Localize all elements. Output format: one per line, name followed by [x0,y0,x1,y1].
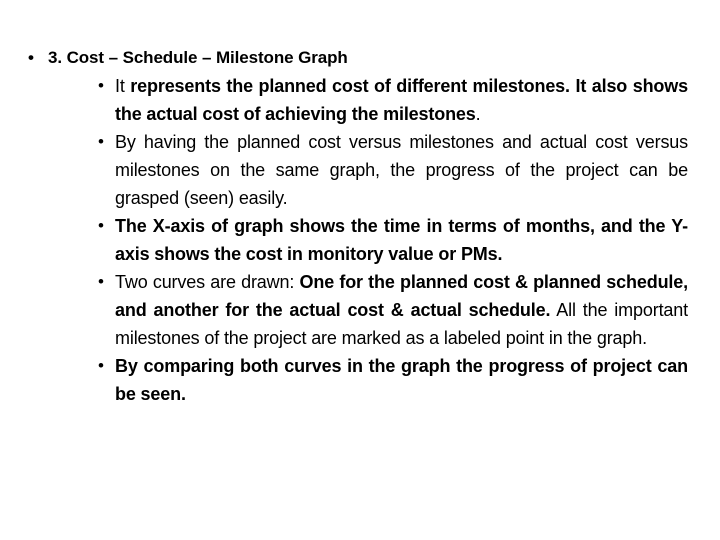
list-item: • Two curves are drawn: One for the plann… [0,268,720,352]
heading-bullet-item: • 3. Cost – Schedule – Milestone Graph [0,44,720,72]
text-run: Two curves are drawn: [115,272,300,292]
bullet-point-icon: • [28,48,34,67]
text-run: By having the planned cost versus milest… [115,132,688,208]
list-item-text: It represents the planned cost of differ… [115,72,688,128]
slide-canvas: • 3. Cost – Schedule – Milestone Graph •… [0,0,720,540]
page-title: 3. Cost – Schedule – Milestone Graph [48,48,348,67]
list-item-text: By having the planned cost versus milest… [115,128,688,212]
bullet-point-icon: • [98,356,104,375]
list-item: • By comparing both curves in the graph t… [0,352,720,408]
text-run: . [475,104,481,124]
text-run: represents the planned cost of different… [115,76,688,124]
text-run: It [115,76,131,96]
list-item: • The X-axis of graph shows the time in t… [0,212,720,268]
slide-content-body: • 3. Cost – Schedule – Milestone Graph •… [0,44,720,408]
bullet-point-icon: • [98,132,104,151]
sub-bullet-list: • It represents the planned cost of diffe… [0,72,720,408]
text-run: The X-axis of graph shows the time in te… [115,216,688,264]
list-item: • It represents the planned cost of diffe… [0,72,720,128]
text-run: By comparing both curves in the graph th… [115,356,688,404]
list-item-text: By comparing both curves in the graph th… [115,352,688,408]
list-item-text: Two curves are drawn: One for the planne… [115,268,688,352]
list-item: • By having the planned cost versus miles… [0,128,720,212]
list-item-text: The X-axis of graph shows the time in te… [115,212,688,268]
bullet-point-icon: • [98,216,104,235]
bullet-point-icon: • [98,272,104,291]
bullet-point-icon: • [98,76,104,95]
